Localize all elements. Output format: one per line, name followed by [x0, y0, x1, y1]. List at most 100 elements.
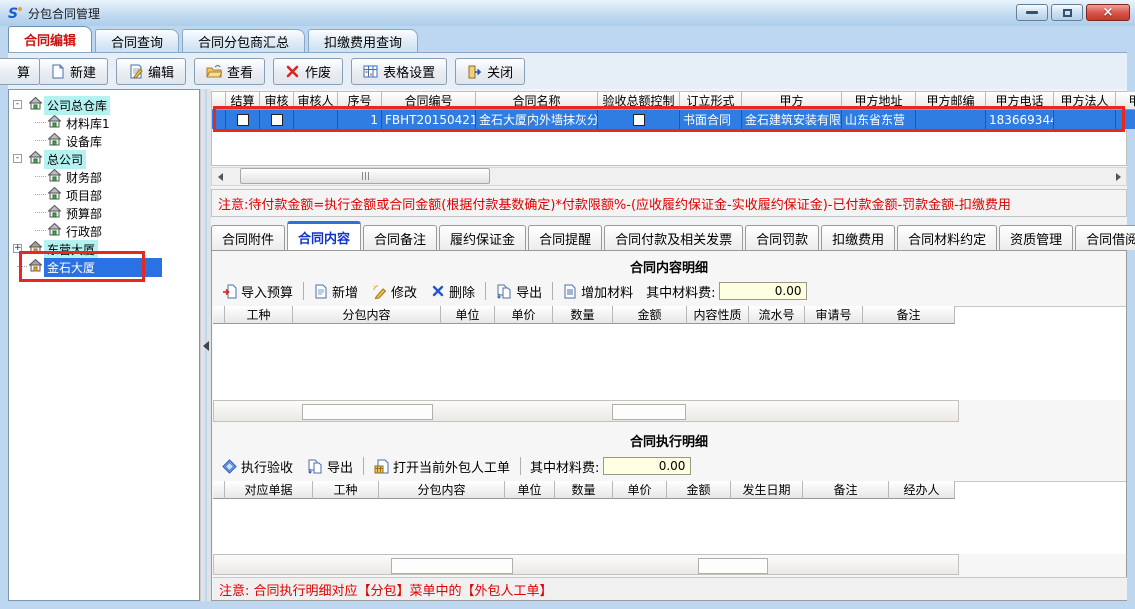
add-row-button[interactable]: 新增 [307, 280, 365, 302]
calc-button[interactable]: 算 [0, 58, 40, 85]
tab-subcontractor-summary[interactable]: 合同分包商汇总 [182, 29, 305, 52]
tree-item-label: 预算部 [63, 204, 105, 223]
column-header[interactable]: 甲方电话 [986, 92, 1054, 110]
dtab-withholding[interactable]: 扣缴费用 [821, 225, 895, 250]
execute-accept-button[interactable]: 执行验收 [215, 455, 300, 477]
column-header[interactable]: 单价 [613, 481, 667, 499]
scroll-left-button[interactable] [212, 168, 228, 185]
collapse-panel-arrow-icon[interactable] [203, 341, 209, 351]
dtab-payment-invoices[interactable]: 合同付款及相关发票 [604, 225, 743, 250]
left-arrow-icon [218, 173, 223, 181]
column-header[interactable]: 序号 [338, 92, 382, 110]
column-header[interactable]: 分包内容 [379, 481, 505, 499]
column-header[interactable]: 备注 [803, 481, 889, 499]
column-header[interactable]: 甲方法人 [1054, 92, 1116, 110]
minimize-button[interactable] [1016, 4, 1048, 21]
restore-button[interactable] [1051, 4, 1083, 21]
diamond-icon [222, 459, 237, 474]
column-header[interactable]: 工种 [225, 306, 293, 324]
svg-text:S: S [8, 6, 18, 21]
audit-checkbox[interactable] [271, 114, 283, 126]
column-header[interactable]: 对应单据 [225, 481, 313, 499]
column-header[interactable]: 发生日期 [731, 481, 803, 499]
material-fee-field[interactable]: 0.00 [719, 282, 807, 300]
execution-material-fee-field[interactable]: 0.00 [603, 457, 691, 475]
column-header[interactable]: 分包内容 [293, 306, 441, 324]
dtab-reminder[interactable]: 合同提醒 [528, 225, 602, 250]
column-header[interactable]: 金额 [613, 306, 687, 324]
column-header[interactable]: 流水号 [749, 306, 805, 324]
column-header[interactable]: 经办人 [889, 481, 955, 499]
tab-withholding-query[interactable]: 扣缴费用查询 [308, 29, 418, 52]
import-budget-button[interactable]: 导入预算 [215, 280, 300, 302]
dtab-content[interactable]: 合同内容 [287, 221, 361, 250]
collapse-icon[interactable]: - [13, 100, 22, 109]
edit-button[interactable]: 编辑 [116, 58, 186, 85]
new-doc-icon [314, 284, 328, 299]
column-header[interactable]: 单价 [495, 306, 553, 324]
column-header[interactable]: 甲方 [742, 92, 842, 110]
dtab-penalty[interactable]: 合同罚款 [745, 225, 819, 250]
column-header[interactable]: 订立形式 [680, 92, 742, 110]
column-header[interactable]: 数量 [553, 306, 613, 324]
expand-icon[interactable]: + [13, 244, 22, 253]
dtab-material-agreement[interactable]: 合同材料约定 [897, 225, 997, 250]
dtab-borrowing[interactable]: 合同借阅 [1075, 225, 1135, 250]
void-button[interactable]: 作废 [273, 58, 343, 85]
column-header[interactable]: 甲方 [1116, 92, 1135, 110]
new-button[interactable]: 新建 [38, 58, 108, 85]
scrollbar-thumb[interactable] [240, 168, 490, 184]
modify-button[interactable]: 修改 [365, 280, 424, 302]
material-fee-label: 其中材料费: [530, 457, 599, 476]
dtab-performance-bond[interactable]: 履约保证金 [439, 225, 526, 250]
acceptance-control-checkbox[interactable] [633, 114, 645, 126]
column-header[interactable]: 金额 [667, 481, 731, 499]
splitter[interactable] [200, 89, 211, 601]
column-header[interactable]: 数量 [555, 481, 613, 499]
dtab-qualification[interactable]: 资质管理 [999, 225, 1073, 250]
tab-contract-query[interactable]: 合同查询 [95, 29, 179, 52]
dtab-attachments[interactable]: 合同附件 [211, 225, 285, 250]
collapse-icon[interactable]: - [13, 154, 22, 163]
summary-field [302, 404, 433, 420]
column-header[interactable]: 合同编号 [382, 92, 476, 110]
close-button[interactable]: × [1086, 4, 1130, 21]
auditor-cell [294, 110, 338, 129]
column-header[interactable]: 审核 [260, 92, 294, 110]
tree-item-label: 材料库1 [63, 114, 113, 133]
column-header[interactable]: 甲方地址 [842, 92, 916, 110]
column-header[interactable]: 合同名称 [476, 92, 598, 110]
table-settings-button[interactable]: 表格设置 [351, 58, 447, 85]
tree-item-label: 项目部 [63, 186, 105, 205]
add-material-button[interactable]: 增加材料 [556, 280, 640, 302]
column-header[interactable]: 甲方邮编 [916, 92, 986, 110]
column-header[interactable]: 单位 [505, 481, 555, 499]
export-button[interactable]: 导出 [489, 280, 549, 302]
app-window: S 分包合同管理 × 合同编辑 合同查询 合同分包商汇总 扣缴费用查询 算 新建… [0, 0, 1135, 609]
column-header[interactable]: 单位 [441, 306, 495, 324]
exit-door-icon [467, 64, 482, 79]
close-form-button[interactable]: 关闭 [455, 58, 525, 85]
dtab-remarks[interactable]: 合同备注 [363, 225, 437, 250]
execution-note: 注意: 合同执行明细对应【分包】菜单中的【外包人工单】 [213, 577, 1127, 600]
column-header[interactable]: 验收总额控制 [598, 92, 680, 110]
settle-checkbox[interactable] [237, 114, 249, 126]
scrollbar-track[interactable] [228, 168, 1110, 185]
horizontal-scrollbar[interactable] [211, 167, 1127, 186]
contract-row-selected[interactable]: 1 FBHT2015042101 金石大厦内外墙抹灰分 书面合同 金石建筑安装有… [212, 110, 1135, 129]
column-header[interactable]: 结算 [226, 92, 260, 110]
delete-button[interactable]: 删除 [424, 280, 482, 302]
acceptance-control-cell [598, 110, 680, 129]
column-header[interactable]: 审请号 [805, 306, 863, 324]
green-house-icon [29, 151, 42, 167]
column-header[interactable]: 备注 [863, 306, 955, 324]
column-header[interactable]: 工种 [313, 481, 379, 499]
tab-contract-edit[interactable]: 合同编辑 [8, 26, 92, 52]
open-labor-order-button[interactable]: 打开当前外包人工单 [367, 455, 517, 477]
column-header[interactable]: 审核人 [294, 92, 338, 110]
export-execution-button[interactable]: 导出 [300, 455, 360, 477]
view-button[interactable]: 查看 [194, 58, 265, 85]
column-header[interactable]: 内容性质 [687, 306, 749, 324]
scroll-right-button[interactable] [1110, 168, 1126, 185]
detail-tab-strip: 合同附件 合同内容 合同备注 履约保证金 合同提醒 合同付款及相关发票 合同罚款… [211, 220, 1127, 250]
